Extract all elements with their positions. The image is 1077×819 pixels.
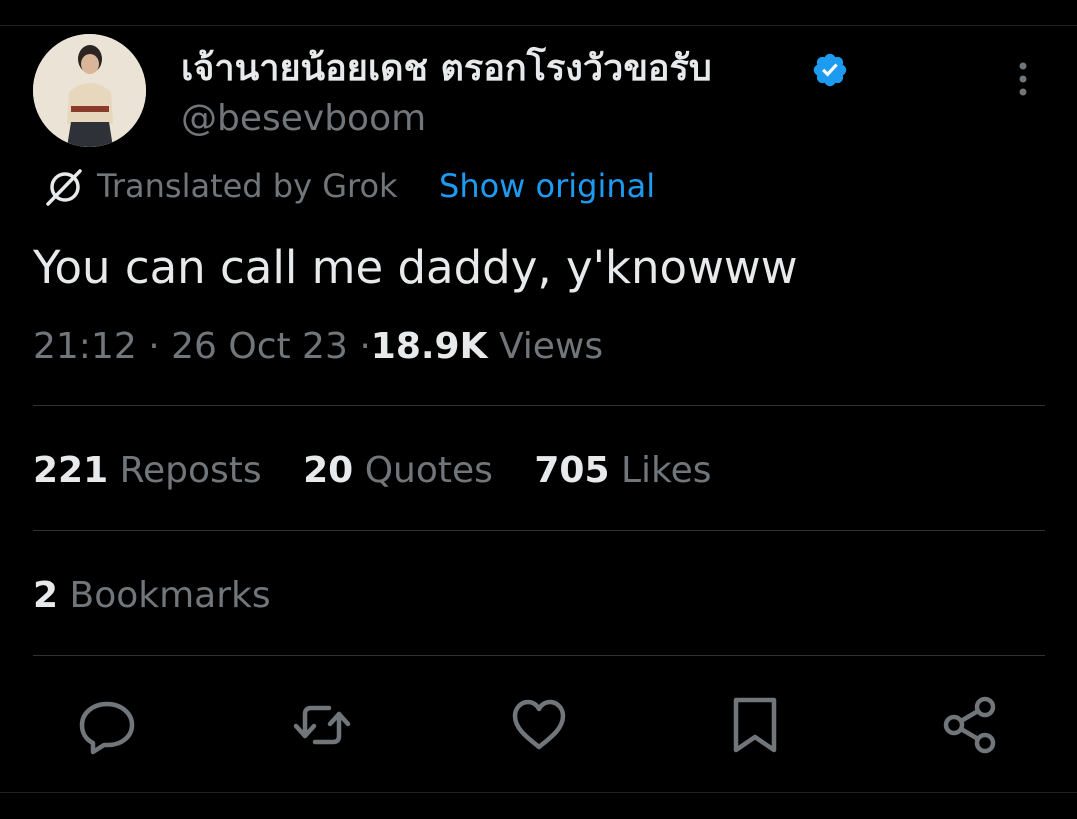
engagement-stats: 221 Reposts 20 Quotes 705 Likes [33,448,741,494]
bookmarks-label: Bookmarks [69,575,271,616]
bookmark-icon [733,697,777,753]
like-button[interactable] [506,692,572,758]
translated-label: Translated by Grok [97,167,398,205]
repost-icon [293,705,351,745]
tweet-time[interactable]: 21:12 [33,326,137,367]
views-count: 18.9K [370,326,488,367]
avatar-image [33,34,146,147]
grok-icon [46,169,82,206]
tweet-meta: 21:12 · 26 Oct 23 ·18.9K Views [33,324,603,370]
divider [33,530,1045,531]
divider [33,405,1045,406]
verified-badge-icon [813,53,847,87]
author-display-name[interactable]: เจ้านายน้อยเดช ตรอกโรงวัวขอรับ [181,46,712,92]
reposts-stat[interactable]: 221 Reposts [33,448,262,494]
quotes-count: 20 [303,450,354,491]
likes-count: 705 [534,450,610,491]
heart-icon [512,699,566,750]
tweet-text: You can call me daddy, y'knowww [33,241,798,294]
divider [33,655,1045,656]
more-vertical-icon[interactable] [1008,60,1038,100]
quotes-label: Quotes [364,450,493,491]
reposts-count: 221 [33,450,109,491]
tweet-date[interactable]: 26 Oct 23 [171,326,348,367]
meta-separator: · [148,326,160,367]
repost-button[interactable] [289,692,355,758]
likes-label: Likes [620,450,712,491]
quotes-stat[interactable]: 20 Quotes [303,448,493,494]
bookmarks-stat[interactable]: 2 Bookmarks [33,573,301,619]
reply-icon [79,701,135,755]
bookmarks-count: 2 [33,575,59,616]
share-button[interactable] [937,692,1003,758]
author-handle[interactable]: @besevboom [181,96,426,142]
meta-separator: · [359,326,371,367]
reposts-label: Reposts [119,450,262,491]
top-border [0,25,1077,26]
reply-button[interactable] [74,692,140,758]
show-original-link[interactable]: Show original [439,164,655,208]
views-label: Views [498,326,604,367]
avatar[interactable] [33,34,146,147]
share-icon [943,696,996,754]
bookmark-button[interactable] [722,692,788,758]
bottom-border [0,792,1077,793]
likes-stat[interactable]: 705 Likes [534,448,711,494]
